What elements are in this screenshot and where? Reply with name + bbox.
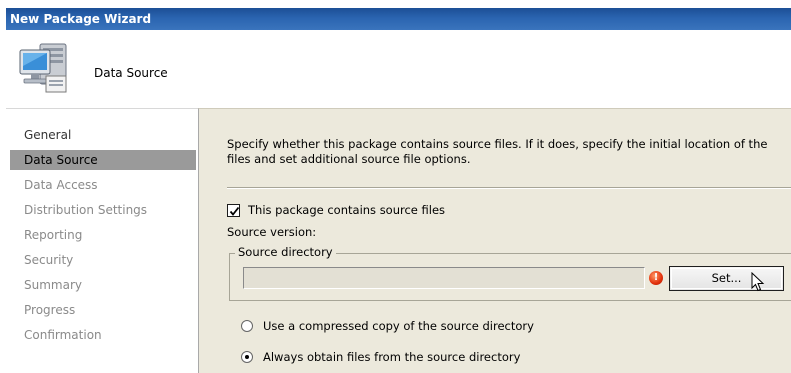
separator (227, 187, 791, 189)
page-title: Data Source (94, 66, 168, 80)
checkmark-icon (229, 206, 240, 216)
wizard-nav: General Data Source Data Access Distribu… (6, 108, 198, 373)
contains-source-files-checkbox-row[interactable]: This package contains source files (227, 202, 445, 218)
computer-package-icon (14, 36, 78, 100)
contains-source-files-checkbox[interactable] (227, 203, 240, 217)
compressed-copy-radio[interactable] (241, 320, 253, 332)
option-compressed-copy[interactable]: Use a compressed copy of the source dire… (241, 318, 534, 334)
mouse-pointer-icon (751, 271, 765, 295)
wizard-header: Data Source (6, 30, 791, 108)
option-always-obtain[interactable]: Always obtain files from the source dire… (241, 349, 520, 365)
nav-item-reporting: Reporting (24, 228, 83, 242)
nav-item-general[interactable]: General (10, 125, 196, 145)
source-version-label: Source version: (227, 225, 317, 239)
page-description: Specify whether this package contains so… (227, 137, 768, 166)
set-button[interactable]: Set... (669, 266, 784, 291)
contains-source-files-label: This package contains source files (248, 203, 446, 217)
always-obtain-label: Always obtain files from the source dire… (263, 350, 521, 364)
wizard-content-panel: Specify whether this package contains so… (198, 108, 791, 373)
compressed-copy-label: Use a compressed copy of the source dire… (263, 319, 534, 333)
nav-item-progress: Progress (24, 303, 76, 317)
source-directory-legend: Source directory (235, 245, 336, 259)
nav-item-data-access: Data Access (24, 178, 98, 192)
always-obtain-radio[interactable] (241, 351, 253, 363)
window-title-bar[interactable]: New Package Wizard (6, 8, 791, 30)
window-title: New Package Wizard (10, 12, 152, 26)
nav-item-confirmation: Confirmation (24, 328, 102, 342)
nav-item-summary: Summary (24, 278, 82, 292)
error-icon: ! (649, 271, 663, 285)
nav-item-distribution-settings: Distribution Settings (24, 203, 148, 217)
source-directory-field[interactable] (243, 267, 645, 289)
nav-item-data-source[interactable]: Data Source (10, 150, 196, 170)
nav-item-security: Security (24, 253, 74, 267)
